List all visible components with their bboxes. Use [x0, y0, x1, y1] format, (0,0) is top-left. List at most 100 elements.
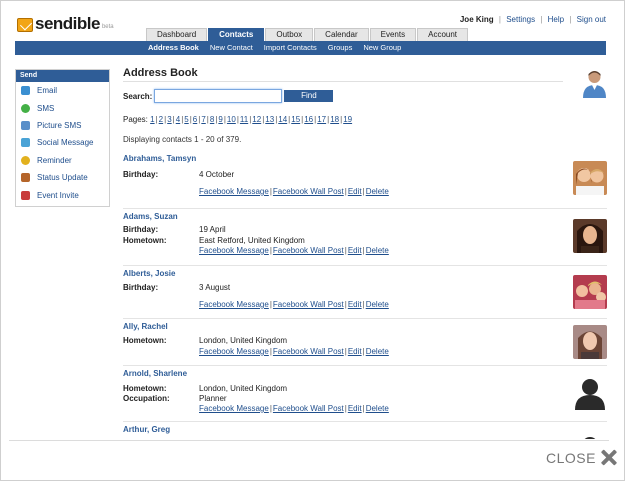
page-link[interactable]: 4 [176, 115, 180, 124]
separator: | [269, 347, 272, 356]
contact-name[interactable]: Adams, Suzan [123, 212, 178, 221]
delete-link[interactable]: Delete [366, 404, 389, 413]
delete-link[interactable]: Delete [366, 246, 389, 255]
subnav-new-contact[interactable]: New Contact [210, 41, 253, 55]
facebook-message-link[interactable]: Facebook Message [199, 246, 269, 255]
sms-icon [21, 103, 30, 113]
subnav-groups[interactable]: Groups [328, 41, 353, 55]
facebook-wall-post-link[interactable]: Facebook Wall Post [273, 404, 344, 413]
sidebar-item-event-invite[interactable]: Event Invite [16, 186, 109, 203]
page-link[interactable]: 14 [278, 115, 287, 124]
subnav-import-contacts[interactable]: Import Contacts [264, 41, 317, 55]
facebook-message-link[interactable]: Facebook Message [199, 404, 269, 413]
facebook-message-link[interactable]: Facebook Message [199, 187, 269, 196]
sidebar-item-status-update[interactable]: Status Update [16, 169, 109, 186]
contact-photo[interactable] [573, 325, 607, 359]
page-link[interactable]: 13 [265, 115, 274, 124]
separator: | [269, 300, 272, 309]
separator: | [362, 187, 365, 196]
separator: | [269, 187, 272, 196]
page-link[interactable]: 8 [210, 115, 214, 124]
search-label: Search: [123, 91, 153, 101]
separator: | [344, 246, 347, 255]
default-avatar-icon[interactable] [573, 376, 607, 410]
edit-link[interactable]: Edit [348, 187, 362, 196]
page-link[interactable]: 10 [227, 115, 236, 124]
page-link[interactable]: 7 [201, 115, 205, 124]
contact-row: Arnold, Sharlene Hometown: London, Unite… [123, 365, 607, 421]
separator: | [249, 115, 252, 124]
page-link[interactable]: 6 [193, 115, 197, 124]
contact-photo[interactable] [573, 161, 607, 195]
delete-link[interactable]: Delete [366, 347, 389, 356]
subnav-new-group[interactable]: New Group [363, 41, 401, 55]
delete-link[interactable]: Delete [366, 187, 389, 196]
contact-actions: Facebook Message|Facebook Wall Post|Edit… [199, 347, 389, 356]
page-link[interactable]: 11 [240, 115, 248, 124]
separator: | [236, 115, 239, 124]
facebook-wall-post-link[interactable]: Facebook Wall Post [273, 300, 344, 309]
separator: | [344, 300, 347, 309]
contact-photo[interactable] [573, 219, 607, 253]
help-link[interactable]: Help [548, 15, 564, 24]
sidebar-item-email[interactable]: Email [16, 82, 109, 99]
search-input[interactable] [154, 89, 283, 103]
page-link[interactable]: 15 [291, 115, 300, 124]
page-link[interactable]: 3 [167, 115, 171, 124]
contact-name[interactable]: Alberts, Josie [123, 269, 175, 278]
tab-outbox[interactable]: Outbox [265, 28, 314, 41]
delete-link[interactable]: Delete [366, 300, 389, 309]
settings-link[interactable]: Settings [506, 15, 535, 24]
edit-link[interactable]: Edit [348, 404, 362, 413]
separator: | [172, 115, 175, 124]
contact-name[interactable]: Abrahams, Tamsyn [123, 154, 196, 163]
subnav-address-book[interactable]: Address Book [148, 41, 199, 55]
page-link[interactable]: 2 [159, 115, 163, 124]
tab-contacts[interactable]: Contacts [208, 28, 265, 41]
field-value: 19 April [199, 225, 226, 234]
contact-name[interactable]: Ally, Rachel [123, 322, 168, 331]
tab-account[interactable]: Account [417, 28, 469, 41]
edit-link[interactable]: Edit [348, 246, 362, 255]
close-button[interactable]: CLOSE [546, 449, 617, 466]
separator: | [189, 115, 192, 124]
separator: | [362, 347, 365, 356]
tab-dashboard[interactable]: Dashboard [146, 28, 208, 41]
sign-out-link[interactable]: Sign out [577, 15, 606, 24]
page-link[interactable]: 1 [150, 115, 154, 124]
page-link[interactable]: 16 [304, 115, 313, 124]
facebook-message-link[interactable]: Facebook Message [199, 347, 269, 356]
facebook-wall-post-link[interactable]: Facebook Wall Post [273, 347, 344, 356]
facebook-wall-post-link[interactable]: Facebook Wall Post [273, 246, 344, 255]
field-value: London, United Kingdom [199, 384, 288, 393]
divider [123, 81, 563, 82]
page-link[interactable]: 5 [184, 115, 188, 124]
sidebar-item-picture-sms[interactable]: Picture SMS [16, 117, 109, 134]
edit-link[interactable]: Edit [348, 300, 362, 309]
page-link[interactable]: 18 [330, 115, 339, 124]
facebook-wall-post-link[interactable]: Facebook Wall Post [273, 187, 344, 196]
page-link[interactable]: 17 [317, 115, 326, 124]
edit-link[interactable]: Edit [348, 347, 362, 356]
tab-events[interactable]: Events [369, 28, 417, 41]
social-message-icon [21, 138, 30, 148]
page-link[interactable]: 9 [218, 115, 222, 124]
sidebar-item-label: SMS [37, 103, 55, 113]
results-count: Displaying contacts 1 - 20 of 379. [123, 135, 242, 144]
facebook-message-link[interactable]: Facebook Message [199, 300, 269, 309]
sidebar-item-sms[interactable]: SMS [16, 99, 109, 116]
sidebar-item-reminder[interactable]: Reminder [16, 152, 109, 169]
tab-calendar[interactable]: Calendar [314, 28, 369, 41]
field-label: Hometown: [123, 336, 167, 345]
contact-actions: Facebook Message|Facebook Wall Post|Edit… [199, 187, 389, 196]
contact-name[interactable]: Arthur, Greg [123, 425, 170, 434]
page-link[interactable]: 19 [343, 115, 352, 124]
contact-photo[interactable] [573, 275, 607, 309]
contact-name[interactable]: Arnold, Sharlene [123, 369, 187, 378]
logo[interactable]: sendible beta [17, 15, 114, 32]
default-avatar-icon[interactable] [573, 434, 607, 439]
sidebar-item-social-message[interactable]: Social Message [16, 134, 109, 151]
find-button[interactable]: Find [284, 90, 334, 102]
page-link[interactable]: 12 [252, 115, 261, 124]
contact-row: Alberts, Josie Birthday: 3 August Facebo… [123, 265, 607, 318]
